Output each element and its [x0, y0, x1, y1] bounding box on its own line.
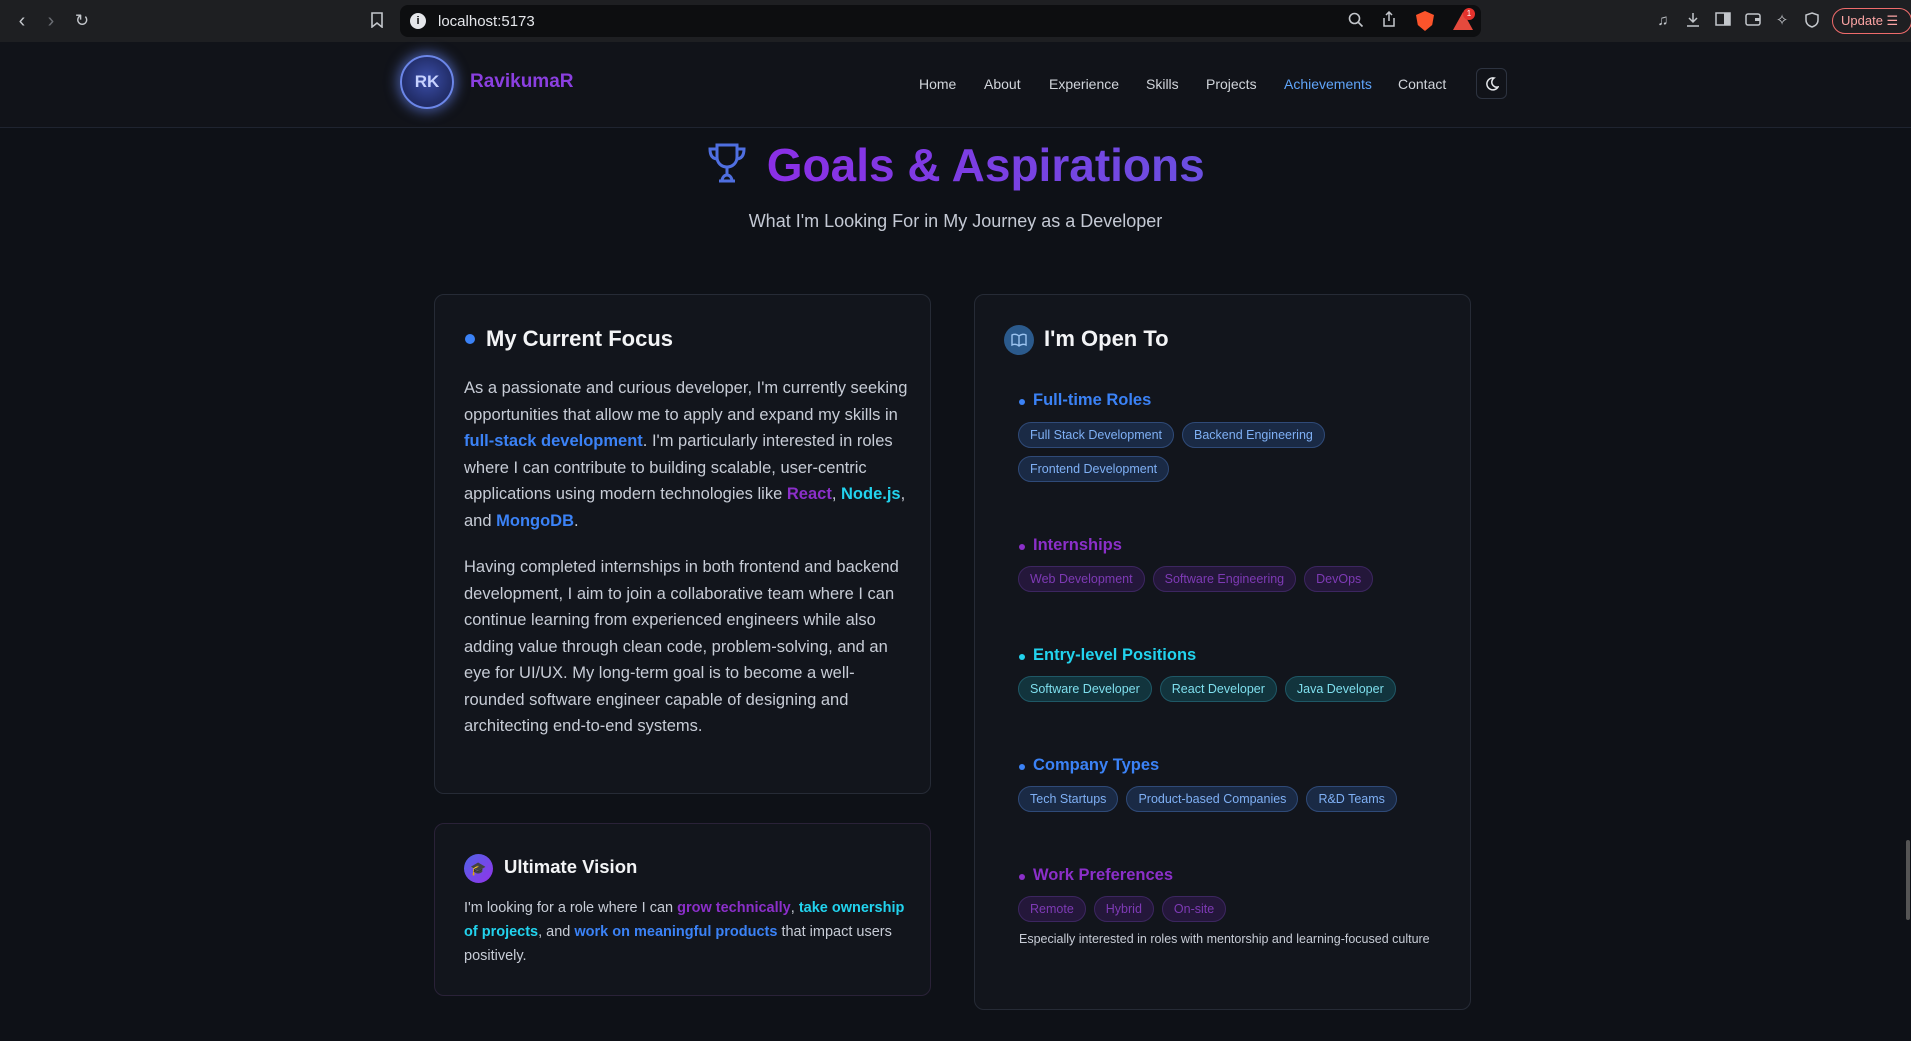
nav-achievements[interactable]: Achievements: [1284, 76, 1372, 92]
tag: React Developer: [1159, 676, 1277, 702]
moon-icon: [1485, 77, 1500, 91]
back-icon[interactable]: ‹: [11, 10, 33, 32]
highlight-mongodb: MongoDB: [496, 511, 575, 530]
tag: Hybrid: [1093, 896, 1154, 922]
group-title-work: Work Preferences: [1019, 866, 1173, 885]
text: .: [574, 511, 579, 530]
text: As a passionate and curious developer, I…: [464, 379, 908, 424]
tag: Software Developer: [1018, 676, 1152, 702]
book-icon: [1004, 325, 1034, 355]
tag: Frontend Development: [1018, 456, 1170, 482]
tag: R&D Teams: [1306, 786, 1397, 812]
tag: Software Engineering: [1152, 566, 1297, 592]
text: , and: [538, 924, 575, 940]
update-label: Update: [1841, 13, 1883, 28]
page-subtitle: What I'm Looking For in My Journey as a …: [748, 211, 1163, 231]
vpn-icon[interactable]: [1803, 12, 1821, 30]
tag: Full Stack Development: [1018, 422, 1175, 448]
text: ,: [831, 485, 841, 503]
tag-list-fulltime: Full Stack Development Backend Engineeri…: [1018, 422, 1438, 482]
open-to-card: I'm Open To Full-time Roles Full Stack D…: [974, 294, 1471, 1010]
forward-icon[interactable]: ›: [40, 10, 62, 32]
card-heading: My Current Focus: [486, 326, 674, 351]
share-icon[interactable]: [1380, 10, 1398, 29]
update-button[interactable]: Update ☰: [1832, 8, 1911, 34]
address-bar[interactable]: i localhost:5173: [400, 5, 1481, 37]
focus-paragraph-1: As a passionate and curious developer, I…: [464, 375, 914, 534]
vision-text: I'm looking for a role where I can grow …: [464, 896, 914, 968]
tag: Product-based Companies: [1126, 786, 1299, 812]
current-focus-card: My Current Focus As a passionate and cur…: [434, 294, 931, 794]
nav-experience[interactable]: Experience: [1049, 76, 1119, 92]
nav-home[interactable]: Home: [919, 76, 956, 92]
ultimate-vision-card: 🎓 Ultimate Vision I'm looking for a role…: [434, 823, 931, 996]
brand-name[interactable]: RavikumaR: [470, 71, 574, 93]
page-title: Goals & Aspirations: [766, 139, 1205, 191]
group-label: Entry-level Positions: [1033, 646, 1197, 664]
highlight-react: React: [786, 485, 832, 503]
download-icon[interactable]: [1684, 12, 1702, 30]
leo-ai-icon[interactable]: ✧: [1773, 12, 1791, 30]
text: I'm looking for a role where I can: [464, 900, 678, 916]
tag: Tech Startups: [1018, 786, 1119, 812]
browser-toolbar: ‹ › ↻ i localhost:5173 1 ♫ ✧ Update ☰: [0, 0, 1911, 42]
wallet-icon[interactable]: [1744, 12, 1762, 30]
tag-list-work: Remote Hybrid On-site: [1018, 896, 1438, 922]
url-text: localhost:5173: [438, 13, 535, 30]
rewards-badge: 1: [1463, 8, 1475, 20]
menu-icon: ☰: [1886, 13, 1899, 28]
sidebar-icon[interactable]: [1714, 12, 1732, 30]
reload-icon[interactable]: ↻: [71, 10, 93, 32]
bookmark-icon[interactable]: [368, 12, 386, 30]
tag: DevOps: [1304, 566, 1374, 592]
tag-list-company: Tech Startups Product-based Companies R&…: [1018, 786, 1438, 812]
theme-toggle-button[interactable]: [1476, 68, 1507, 99]
trophy-icon: [706, 141, 748, 190]
section-heading: Goals & Aspirations: [0, 138, 1911, 192]
nav-about[interactable]: About: [984, 76, 1021, 92]
highlight-fullstack: full-stack development: [464, 432, 643, 450]
highlight-meaningful: work on meaningful products: [574, 924, 778, 940]
group-title-fulltime: Full-time Roles: [1019, 391, 1151, 410]
group-title-internships: Internships: [1019, 536, 1122, 555]
focus-paragraph-2: Having completed internships in both fro…: [464, 558, 899, 735]
page-scrollbar[interactable]: [1906, 840, 1910, 920]
card-heading: I'm Open To: [1044, 326, 1169, 351]
nav-contact[interactable]: Contact: [1398, 76, 1446, 92]
text: ,: [790, 900, 799, 916]
tag: Remote: [1018, 896, 1086, 922]
zoom-icon[interactable]: [1347, 12, 1365, 30]
group-label: Full-time Roles: [1033, 391, 1152, 409]
tag-list-entry: Software Developer React Developer Java …: [1018, 676, 1438, 702]
group-label: Internships: [1033, 536, 1122, 554]
tag: Backend Engineering: [1182, 422, 1325, 448]
site-header: RK RavikumaR Home About Experience Skill…: [0, 42, 1911, 128]
preference-note: Especially interested in roles with ment…: [1019, 932, 1430, 946]
site-info-icon[interactable]: i: [410, 13, 426, 29]
nav-skills[interactable]: Skills: [1146, 76, 1179, 92]
group-label: Work Preferences: [1033, 866, 1174, 884]
logo[interactable]: RK: [400, 55, 454, 109]
tag: On-site: [1161, 896, 1227, 922]
group-title-entry: Entry-level Positions: [1019, 646, 1196, 665]
card-heading: Ultimate Vision: [504, 856, 638, 877]
group-title-company: Company Types: [1019, 756, 1159, 775]
nav-projects[interactable]: Projects: [1206, 76, 1257, 92]
tag: Web Development: [1018, 566, 1145, 592]
highlight-grow: grow technically: [677, 900, 791, 916]
media-icon[interactable]: ♫: [1654, 12, 1672, 30]
highlight-nodejs: Node.js: [841, 485, 901, 503]
bullet-dot: [465, 334, 475, 344]
tag: Java Developer: [1284, 676, 1396, 702]
graduation-cap-icon: 🎓: [464, 854, 493, 883]
tag-list-internships: Web Development Software Engineering Dev…: [1018, 566, 1438, 592]
group-label: Company Types: [1033, 756, 1160, 774]
